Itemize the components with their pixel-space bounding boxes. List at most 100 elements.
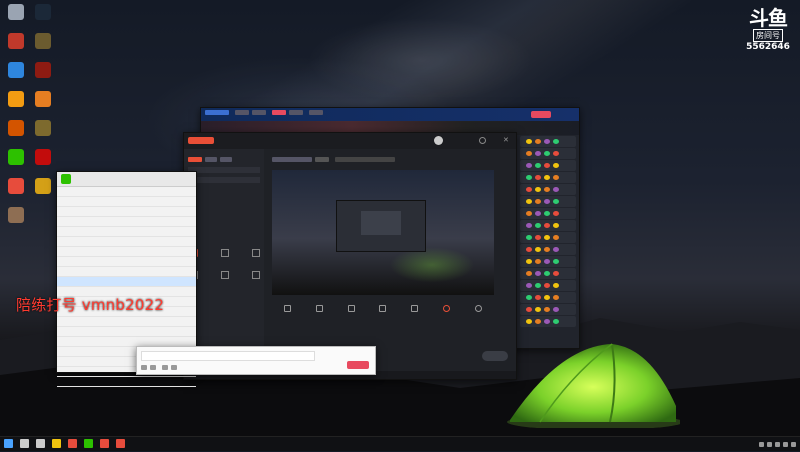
windows-start-icon[interactable] [4, 439, 13, 448]
tool-icon[interactable] [252, 271, 260, 279]
tool-icon[interactable] [221, 249, 229, 257]
stream-tool-window[interactable]: ✕ [183, 132, 517, 380]
list-item[interactable] [57, 187, 196, 197]
list-item[interactable] [57, 277, 196, 287]
tool-icon[interactable] [252, 249, 260, 257]
send-button[interactable] [347, 361, 369, 369]
dota2-icon[interactable] [30, 62, 56, 80]
list-item[interactable] [57, 197, 196, 207]
app-avatar-icon [61, 174, 71, 184]
netease-music-icon[interactable] [30, 149, 56, 167]
room-admin-header[interactable] [57, 172, 196, 187]
stream-info-row [272, 155, 502, 163]
list-item[interactable] [57, 327, 196, 337]
taskbar [0, 436, 800, 451]
record-icon[interactable] [284, 305, 292, 312]
promo-overlay-text: 陪练打号 vmnb2022 [16, 296, 165, 314]
app-icon[interactable] [3, 91, 29, 109]
microphone-icon[interactable] [442, 305, 450, 312]
chat-message [520, 148, 576, 159]
stream-tool-titlebar[interactable]: ✕ [184, 133, 516, 149]
chat-message [520, 220, 576, 231]
steam-icon[interactable] [30, 4, 56, 22]
chat-message [520, 208, 576, 219]
green-tent [507, 343, 680, 428]
douyu-chat-panel[interactable] [517, 135, 579, 348]
chat-message [520, 316, 576, 327]
chat-message [520, 256, 576, 267]
douyu-watermark: 斗鱼 房间号 5562646 [740, 8, 796, 52]
list-item[interactable] [57, 247, 196, 257]
room-admin-window[interactable] [56, 171, 197, 387]
go-live-button[interactable] [482, 351, 508, 361]
tool-icon[interactable] [221, 271, 229, 279]
chat-input[interactable] [141, 351, 315, 361]
app-icon[interactable] [30, 178, 56, 196]
search-icon[interactable] [20, 439, 29, 448]
task-view-icon[interactable] [36, 439, 45, 448]
image-icon[interactable] [411, 305, 419, 312]
stream-preview[interactable] [272, 170, 494, 295]
screen-icon[interactable] [347, 305, 355, 312]
list-item[interactable] [57, 237, 196, 247]
recycle-bin-icon[interactable] [3, 4, 29, 22]
volume-icon[interactable] [783, 438, 788, 450]
chat-message [520, 280, 576, 291]
close-icon[interactable]: ✕ [503, 137, 510, 144]
list-item[interactable] [57, 207, 196, 217]
chevron-up-icon[interactable] [767, 438, 772, 450]
tool-grid [190, 249, 260, 279]
list-item[interactable] [57, 317, 196, 327]
app-icon[interactable] [100, 439, 109, 448]
chat-message [520, 160, 576, 171]
app-icon[interactable] [30, 91, 56, 109]
wechat-icon[interactable] [3, 149, 29, 167]
chat-message [520, 292, 576, 303]
app-icon[interactable] [68, 439, 77, 448]
list-item[interactable] [57, 217, 196, 227]
chat-input-window[interactable] [136, 346, 376, 375]
list-item[interactable] [57, 257, 196, 267]
app-icon[interactable] [3, 33, 29, 51]
list-item[interactable] [57, 377, 196, 387]
room-number: 5562646 [746, 42, 790, 52]
app-icon[interactable] [3, 120, 29, 138]
network-icon[interactable] [775, 438, 780, 450]
douyu-logo: 斗鱼 [749, 6, 788, 30]
file-explorer-icon[interactable] [52, 439, 61, 448]
user-avatar[interactable] [434, 136, 443, 145]
chat-message [520, 232, 576, 243]
list-item[interactable] [57, 227, 196, 237]
app-icon[interactable] [3, 207, 29, 225]
chat-message [520, 172, 576, 183]
game-launcher-icon[interactable] [30, 120, 56, 138]
browser-icon[interactable] [3, 62, 29, 80]
stream-tool-logo [188, 137, 214, 144]
notification-icon[interactable] [791, 438, 796, 450]
douyu-client-titlebar[interactable] [201, 108, 579, 121]
chat-message [520, 136, 576, 147]
app-icon[interactable] [116, 439, 125, 448]
camera-icon[interactable] [316, 305, 324, 312]
start-live-button[interactable] [531, 111, 551, 118]
chat-message [520, 184, 576, 195]
game-launcher-icon[interactable] [30, 33, 56, 51]
chat-message [520, 244, 576, 255]
chat-message [520, 304, 576, 315]
chat-message [520, 268, 576, 279]
stream-controls [272, 301, 494, 329]
scene-item[interactable] [188, 167, 260, 173]
room-label: 房间号 [753, 29, 783, 42]
chat-toolbar [141, 363, 180, 370]
wechat-icon[interactable] [84, 439, 93, 448]
nested-screen-capture [336, 200, 426, 252]
list-item[interactable] [57, 267, 196, 277]
settings-icon[interactable] [479, 137, 486, 144]
volume-icon[interactable] [474, 305, 482, 312]
app-icon[interactable] [3, 178, 29, 196]
cloud-icon[interactable] [759, 438, 764, 450]
window-icon[interactable] [379, 305, 387, 312]
scene-tabs[interactable] [188, 155, 260, 162]
scene-item[interactable] [188, 177, 260, 183]
chat-message [520, 196, 576, 207]
